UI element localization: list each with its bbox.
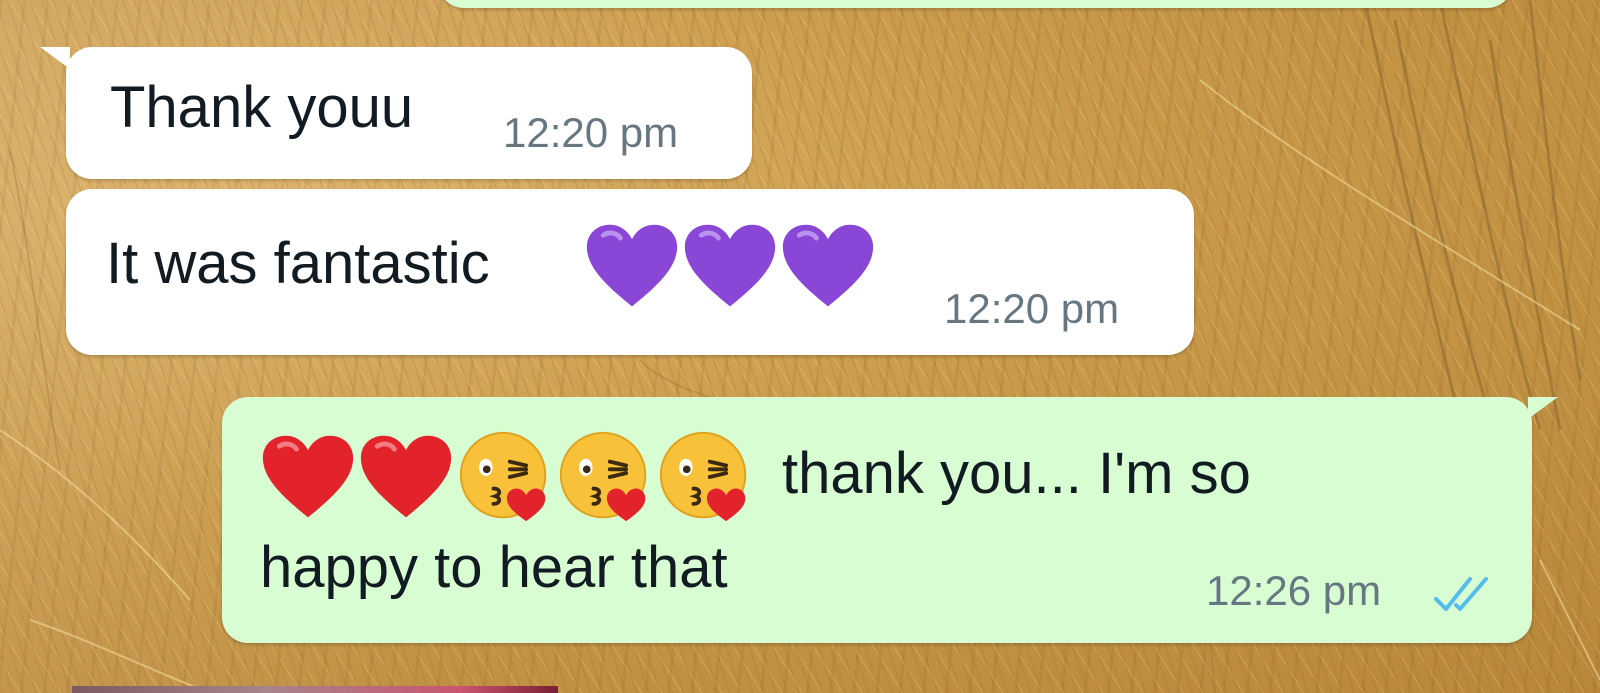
bubble-tail	[1528, 397, 1558, 419]
message-text: Thank youu	[110, 75, 414, 140]
message-text: It was fantastic	[106, 231, 490, 296]
message-timestamp: 12:20 pm	[503, 109, 679, 156]
outgoing-message-bubble[interactable]: thank you... I'm so happy to hear that 1…	[222, 397, 1558, 643]
reaction-emojis	[260, 429, 754, 525]
message-text-line-1: thank you... I'm so	[782, 441, 1251, 506]
previous-outgoing-bubble	[438, 0, 1513, 8]
purple-hearts-emoji	[584, 221, 876, 311]
next-message-photo-edge[interactable]	[72, 686, 558, 693]
message-timestamp: 12:20 pm	[944, 285, 1120, 332]
message-timestamp: 12:26 pm	[1206, 567, 1382, 614]
purple-heart-icon	[684, 224, 776, 307]
purple-heart-icon	[782, 224, 874, 307]
incoming-message-bubble[interactable]: Thank youu 12:20 pm	[40, 47, 752, 179]
read-receipt-double-check-icon	[1434, 577, 1488, 611]
purple-heart-icon	[586, 224, 678, 307]
kissing-face-icon	[659, 431, 747, 522]
message-text-line-2: happy to hear that	[260, 535, 728, 600]
kissing-face-icon	[559, 431, 647, 522]
red-heart-icon	[360, 435, 452, 518]
red-heart-icon	[262, 435, 354, 518]
incoming-message-bubble[interactable]: It was fantastic 12:20 pm	[66, 189, 1194, 355]
kissing-face-icon	[459, 431, 547, 522]
bubble-tail	[40, 47, 70, 69]
